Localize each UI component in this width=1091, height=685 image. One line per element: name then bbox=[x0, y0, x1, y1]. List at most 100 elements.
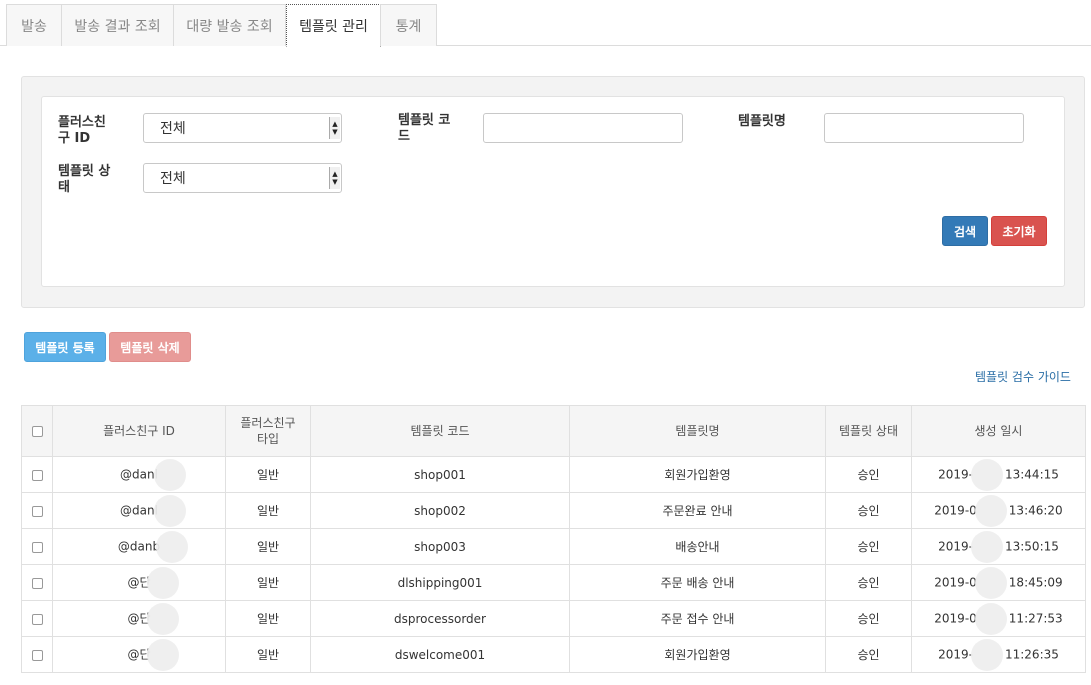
row-checkbox[interactable] bbox=[31, 649, 43, 661]
row-checkbox[interactable] bbox=[31, 577, 43, 589]
cell-template-code: dlshipping001 bbox=[310, 564, 570, 601]
cell-created-at: 2019- 13:44:15 bbox=[911, 456, 1086, 493]
created-time-text: 13:46:20 bbox=[1008, 503, 1063, 517]
search-button[interactable]: 검색 bbox=[942, 216, 988, 246]
cell-plusfriend-type: 일반 bbox=[225, 600, 311, 637]
row-checkbox-cell bbox=[21, 528, 53, 565]
table-row[interactable]: @danl 일반 shop001 회원가입환영 승인 2019- 13:44:15 bbox=[21, 456, 1086, 493]
created-date-text: 2019- bbox=[938, 539, 973, 553]
table-row[interactable]: @단 일반 dlshipping001 주문 배송 안내 승인 2019-0 18… bbox=[21, 564, 1086, 601]
created-date-text: 2019- bbox=[938, 647, 973, 661]
plusfriend-id-select-value: 전체 bbox=[160, 121, 186, 137]
table-row[interactable]: @danl 일반 shop002 주문완료 안내 승인 2019-0 13:46:… bbox=[21, 492, 1086, 529]
select-arrow-icon: ▲ ▼ bbox=[329, 117, 340, 139]
cell-template-name: 배송안내 bbox=[569, 528, 826, 565]
header-created-at: 생성 일시 bbox=[911, 405, 1086, 457]
header-template-status: 템플릿 상태 bbox=[825, 405, 912, 457]
cell-plusfriend-id: @단 bbox=[52, 636, 226, 673]
row-checkbox-cell bbox=[21, 456, 53, 493]
tab-template-management[interactable]: 템플릿 관리 bbox=[286, 4, 381, 47]
redaction-blur bbox=[970, 530, 1003, 563]
tab-bar: 발송 발송 결과 조회 대량 발송 조회 템플릿 관리 통계 bbox=[0, 0, 1091, 47]
created-time-text: 11:27:53 bbox=[1008, 611, 1063, 625]
reset-button[interactable]: 초기화 bbox=[991, 216, 1047, 246]
created-time-text: 13:44:15 bbox=[1004, 467, 1059, 481]
select-all-checkbox[interactable] bbox=[31, 426, 43, 437]
register-template-button[interactable]: 템플릿 등록 bbox=[24, 332, 106, 362]
redaction-blur bbox=[156, 530, 189, 563]
created-date-text: 2019-0 bbox=[934, 503, 977, 517]
cell-plusfriend-type: 일반 bbox=[225, 456, 311, 493]
cell-template-name: 회원가입환영 bbox=[569, 636, 826, 673]
cell-plusfriend-id: @danl bbox=[52, 492, 226, 529]
redaction-blur bbox=[974, 566, 1007, 599]
plusfriend-id-select[interactable]: 전체 ▲ ▼ bbox=[143, 113, 342, 143]
template-name-input[interactable] bbox=[824, 113, 1024, 143]
cell-plusfriend-id: @danb bbox=[52, 528, 226, 565]
template-status-select-value: 전체 bbox=[160, 171, 186, 187]
cell-template-code: shop003 bbox=[310, 528, 570, 565]
plusfriend-id-label: 플러스친 구 ID bbox=[58, 115, 106, 146]
header-template-code: 템플릿 코드 bbox=[310, 405, 570, 457]
select-arrow-icon: ▲ ▼ bbox=[329, 167, 340, 189]
cell-created-at: 2019-0 13:46:20 bbox=[911, 492, 1086, 529]
redaction-blur bbox=[146, 602, 179, 635]
table-row[interactable]: @단 일반 dsprocessorder 주문 접수 안내 승인 2019-0 1… bbox=[21, 600, 1086, 637]
plusfriend-id-text: @danl bbox=[120, 503, 158, 517]
template-table: 플러스친구 ID 플러스친구 타입 템플릿 코드 템플릿명 템플릿 상태 생성 … bbox=[21, 405, 1086, 673]
cell-template-status: 승인 bbox=[825, 492, 912, 529]
redaction-blur bbox=[974, 494, 1007, 527]
template-status-label: 템플릿 상 태 bbox=[58, 164, 111, 195]
table-header-row: 플러스친구 ID 플러스친구 타입 템플릿 코드 템플릿명 템플릿 상태 생성 … bbox=[21, 405, 1086, 457]
cell-template-status: 승인 bbox=[825, 600, 912, 637]
delete-template-button[interactable]: 템플릿 삭제 bbox=[109, 332, 191, 362]
redaction-blur bbox=[153, 458, 186, 491]
cell-plusfriend-id: @단 bbox=[52, 564, 226, 601]
template-review-guide-link[interactable]: 템플릿 검수 가이드 bbox=[975, 368, 1071, 385]
cell-created-at: 2019- 11:26:35 bbox=[911, 636, 1086, 673]
cell-template-name: 주문 배송 안내 bbox=[569, 564, 826, 601]
cell-template-status: 승인 bbox=[825, 456, 912, 493]
row-checkbox[interactable] bbox=[31, 469, 43, 481]
header-plusfriend-type: 플러스친구 타입 bbox=[225, 405, 311, 457]
created-date-text: 2019-0 bbox=[934, 611, 977, 625]
row-checkbox-cell bbox=[21, 564, 53, 601]
row-checkbox-cell bbox=[21, 600, 53, 637]
tab-statistics[interactable]: 통계 bbox=[380, 4, 437, 46]
cell-template-status: 승인 bbox=[825, 528, 912, 565]
tab-send[interactable]: 발송 bbox=[6, 4, 62, 46]
created-time-text: 13:50:15 bbox=[1004, 539, 1059, 553]
redaction-blur bbox=[970, 638, 1003, 671]
created-time-text: 18:45:09 bbox=[1008, 575, 1063, 589]
tab-send-result[interactable]: 발송 결과 조회 bbox=[61, 4, 174, 46]
redaction-blur bbox=[146, 638, 179, 671]
template-status-select[interactable]: 전체 ▲ ▼ bbox=[143, 163, 342, 193]
plusfriend-id-text: @danb bbox=[117, 539, 161, 553]
template-name-label: 템플릿명 bbox=[738, 114, 786, 129]
table-row[interactable]: @danb 일반 shop003 배송안내 승인 2019- 13:50:15 bbox=[21, 528, 1086, 565]
cell-plusfriend-id: @단 bbox=[52, 600, 226, 637]
cell-plusfriend-type: 일반 bbox=[225, 492, 311, 529]
header-template-name: 템플릿명 bbox=[569, 405, 826, 457]
cell-template-code: shop001 bbox=[310, 456, 570, 493]
cell-template-code: dswelcome001 bbox=[310, 636, 570, 673]
row-checkbox[interactable] bbox=[31, 541, 43, 553]
row-checkbox[interactable] bbox=[31, 505, 43, 517]
row-checkbox[interactable] bbox=[31, 613, 43, 625]
table-row[interactable]: @단 일반 dswelcome001 회원가입환영 승인 2019- 11:26:… bbox=[21, 636, 1086, 673]
row-checkbox-cell bbox=[21, 492, 53, 529]
template-code-input[interactable] bbox=[483, 113, 683, 143]
cell-plusfriend-id: @danl bbox=[52, 456, 226, 493]
redaction-blur bbox=[974, 602, 1007, 635]
plusfriend-id-text: @danl bbox=[120, 467, 158, 481]
cell-template-name: 회원가입환영 bbox=[569, 456, 826, 493]
tab-bulk-send[interactable]: 대량 발송 조회 bbox=[173, 4, 286, 46]
cell-template-code: dsprocessorder bbox=[310, 600, 570, 637]
cell-template-name: 주문 접수 안내 bbox=[569, 600, 826, 637]
cell-plusfriend-type: 일반 bbox=[225, 636, 311, 673]
redaction-blur bbox=[153, 494, 186, 527]
cell-created-at: 2019-0 11:27:53 bbox=[911, 600, 1086, 637]
created-time-text: 11:26:35 bbox=[1004, 647, 1059, 661]
select-all-cell bbox=[21, 405, 53, 457]
cell-created-at: 2019-0 18:45:09 bbox=[911, 564, 1086, 601]
